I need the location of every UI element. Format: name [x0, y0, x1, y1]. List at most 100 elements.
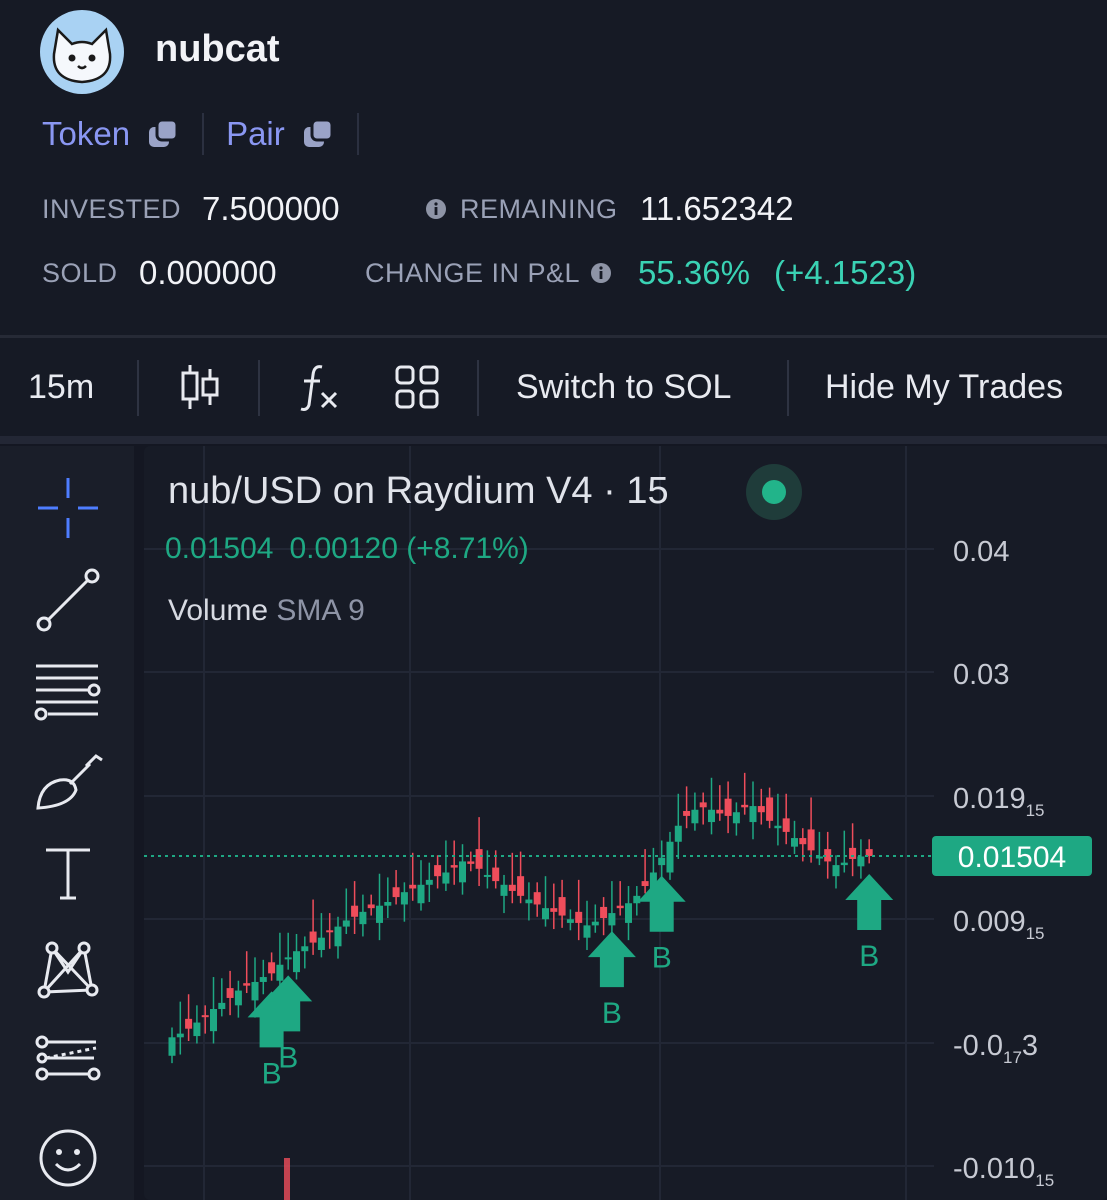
candle-body	[334, 926, 342, 947]
ohlc-change: 0.00120 (+8.71%)	[289, 532, 529, 565]
candle-body	[475, 849, 483, 869]
candle-body	[392, 887, 400, 898]
candle-body	[434, 865, 442, 877]
candle-body	[716, 809, 724, 814]
candle-body	[201, 1015, 209, 1018]
candle-body	[608, 913, 616, 926]
copy-icon[interactable]	[146, 117, 180, 151]
candle-body	[185, 1018, 193, 1029]
hide-trades-button[interactable]: Hide My Trades	[825, 338, 1095, 436]
token-avatar	[40, 10, 124, 94]
candle-body	[384, 902, 392, 906]
link-separator	[202, 113, 205, 155]
candle-body	[708, 809, 715, 823]
interval-selector[interactable]: 15m	[28, 338, 94, 436]
candle-body	[326, 930, 334, 933]
toolbar-divider	[0, 436, 1107, 444]
switch-currency-button[interactable]: Switch to SOL	[516, 338, 731, 436]
candle-body	[276, 964, 284, 981]
candle-body	[376, 905, 383, 923]
candle-body	[459, 861, 466, 883]
token-link[interactable]: Token	[42, 115, 180, 153]
candle-body	[450, 865, 458, 868]
forecast-icon[interactable]	[30, 1020, 106, 1096]
buy-marker-label: B	[278, 1041, 298, 1074]
copy-icon[interactable]	[301, 117, 335, 151]
price-axis-label: 0.00915	[953, 906, 1045, 943]
candle-body	[268, 962, 276, 974]
candle-body	[791, 838, 798, 847]
candle-type-button[interactable]	[178, 338, 222, 436]
token-link-label: Token	[42, 115, 131, 152]
toolbar-separator	[787, 360, 789, 416]
info-icon[interactable]	[590, 262, 612, 284]
candle-body	[359, 911, 367, 925]
pnl-change: (+4.1523)	[774, 254, 917, 291]
candle-body	[558, 897, 566, 916]
price-axis-label: 0.04	[953, 536, 1009, 568]
toolbar-separator	[258, 360, 260, 416]
candle-body	[625, 903, 632, 923]
position-header: nubcat Token Pair INVESTED 7.500000 REMA…	[0, 0, 1107, 335]
link-row: Token Pair	[42, 112, 381, 156]
candle-body	[699, 802, 707, 808]
fib-retracement-icon[interactable]	[30, 652, 106, 728]
ohlc-legend: 0.01504 0.00120 (+8.71%)	[165, 532, 545, 566]
candle-body	[774, 825, 782, 829]
candle-body	[251, 981, 259, 1001]
trend-line-icon[interactable]	[30, 562, 106, 638]
candle-body	[674, 825, 682, 842]
candle-body	[840, 862, 848, 866]
candle-body	[575, 911, 583, 923]
live-dot-icon	[762, 480, 786, 504]
candle-body	[193, 1022, 201, 1037]
candle-body	[409, 884, 417, 889]
pnl-label: CHANGE IN P&L	[365, 258, 581, 288]
emoji-icon[interactable]	[30, 1120, 106, 1196]
sold-value: 0.000000	[139, 254, 277, 291]
chart-toolbar: 15m Switch to SOL Hide My Trades	[0, 338, 1107, 436]
candle-body	[342, 920, 350, 927]
candle-body	[732, 812, 740, 824]
candle-body	[865, 849, 873, 857]
sold-label: SOLD	[42, 258, 118, 288]
candle-body	[483, 874, 491, 877]
pnl-percent: 55.36%	[638, 254, 750, 291]
buy-marker[interactable]: B	[587, 931, 636, 1030]
candle-body	[799, 838, 807, 845]
candle-body	[807, 829, 815, 851]
candle-body	[417, 884, 425, 904]
candle-body	[243, 983, 251, 986]
pair-link[interactable]: Pair	[226, 115, 335, 153]
indicators-button[interactable]	[298, 338, 342, 436]
brush-icon[interactable]	[30, 744, 106, 820]
price-axis-label: 0.01915	[953, 783, 1045, 820]
token-name: nubcat	[155, 28, 280, 70]
layout-button[interactable]	[394, 338, 440, 436]
volume-label: Volume	[168, 594, 269, 627]
candle-body	[583, 925, 591, 938]
function-icon	[300, 365, 338, 411]
price-chart[interactable]: 0.04 0.03 0.01915 0.00915 -0.0173 -0.01015 0.0…	[144, 446, 1107, 1200]
candle-body	[168, 1037, 176, 1056]
pattern-icon[interactable]	[30, 928, 106, 1004]
price-axis-label: -0.0173	[953, 1030, 1038, 1067]
toolbar-separator	[137, 360, 139, 416]
price-axis-label: -0.01015	[953, 1153, 1054, 1190]
price-axis-label: 0.03	[953, 659, 1009, 691]
candle-body	[550, 908, 558, 912]
candle-body	[749, 806, 757, 823]
candle-body	[782, 818, 790, 832]
crosshair-icon[interactable]	[30, 470, 106, 546]
ohlc-close: 0.01504	[165, 532, 274, 565]
candle-body	[757, 806, 765, 813]
candle-body	[293, 951, 300, 973]
info-icon[interactable]	[425, 198, 447, 220]
candle-body	[724, 798, 732, 816]
pair-link-label: Pair	[226, 115, 285, 152]
candle-body	[226, 988, 234, 998]
text-icon[interactable]	[30, 836, 106, 912]
buy-marker-label: B	[859, 940, 879, 973]
buy-marker[interactable]: B	[845, 874, 894, 973]
candle-body	[301, 946, 309, 952]
